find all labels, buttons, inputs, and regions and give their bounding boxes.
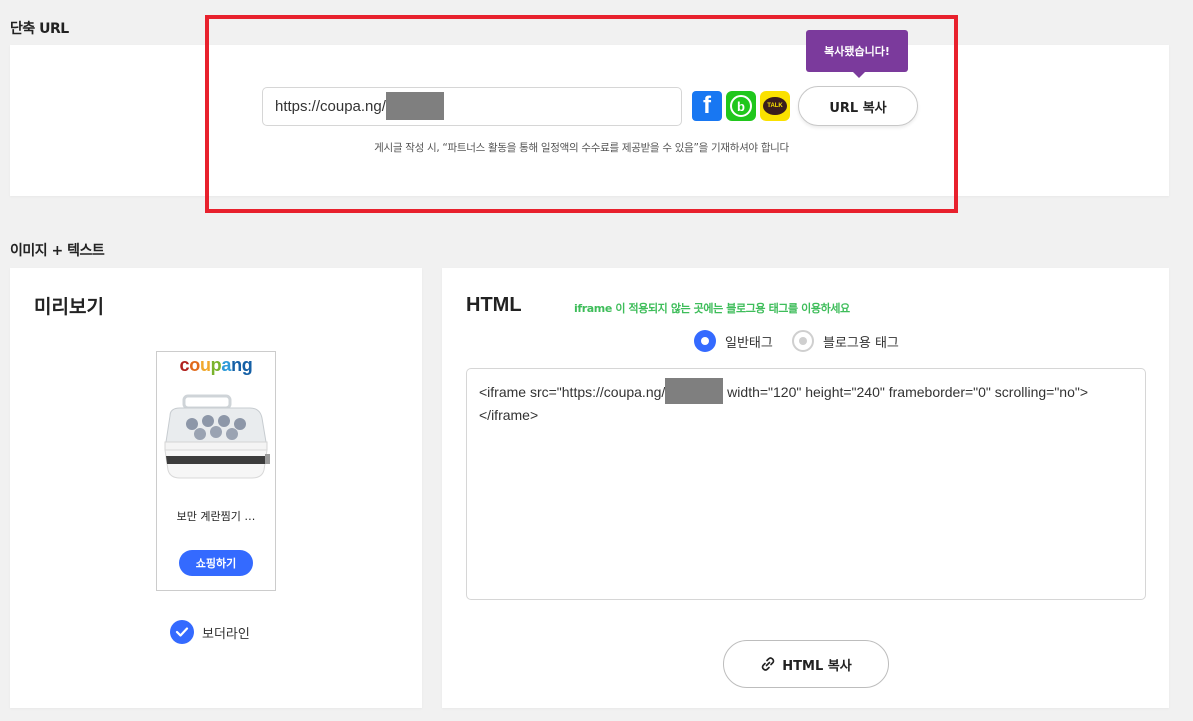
url-copy-button[interactable]: URL 복사 [798,86,918,126]
html-title: HTML [466,294,522,316]
section-title-image-text: 이미지 + 텍스트 [10,243,105,259]
preview-panel: 미리보기 coupang 보만 계란찜기 … 쇼핑하기 보더라인 [10,268,422,708]
html-code-textarea[interactable]: <iframe src="https://coupa.ng/ width="12… [466,368,1146,600]
product-card[interactable]: coupang 보만 계란찜기 … 쇼핑하기 [156,351,276,591]
radio-normal-tag[interactable]: 일반태그 [694,330,773,352]
redacted-block [385,91,444,120]
link-icon [761,657,775,671]
iframe-hint: iframe 이 적용되지 않는 곳에는 블로그용 태그를 이용하세요 [574,302,850,315]
band-icon[interactable]: b [726,91,756,121]
disclosure-notice: 게시글 작성 시, “파트너스 활동을 통해 일정액의 수수료를 제공받을 수 … [374,142,789,154]
kakaotalk-icon[interactable]: TALK [760,91,790,121]
radio-blog-label: 블로그용 태그 [823,335,899,351]
copied-tooltip: 복사됐습니다! [806,30,908,78]
html-copy-label: HTML 복사 [782,658,852,674]
border-line-checkbox[interactable]: 보더라인 [170,620,250,644]
short-url-text: https://coupa.ng/ [275,98,386,115]
radio-unselected-icon [792,330,814,352]
product-name: 보만 계란찜기 … [176,510,256,523]
product-image [164,394,270,479]
preview-title: 미리보기 [34,296,104,318]
radio-selected-icon [694,330,716,352]
shopping-button[interactable]: 쇼핑하기 [179,550,253,576]
facebook-icon[interactable]: f [692,91,722,121]
html-panel: HTML iframe 이 적용되지 않는 곳에는 블로그용 태그를 이용하세요… [442,268,1169,708]
section-title-short-url: 단축 URL [10,21,69,37]
redacted-block [665,378,724,405]
html-copy-button[interactable]: HTML 복사 [723,640,889,688]
radio-normal-label: 일반태그 [725,335,773,351]
coupang-logo: coupang [179,355,253,375]
radio-blog-tag[interactable]: 블로그용 태그 [792,330,899,352]
checkmark-icon [170,620,194,644]
code-prefix: <iframe src="https://coupa.ng/ [479,384,666,400]
short-url-field[interactable]: https://coupa.ng/ [262,87,682,126]
border-line-label: 보더라인 [202,626,250,642]
